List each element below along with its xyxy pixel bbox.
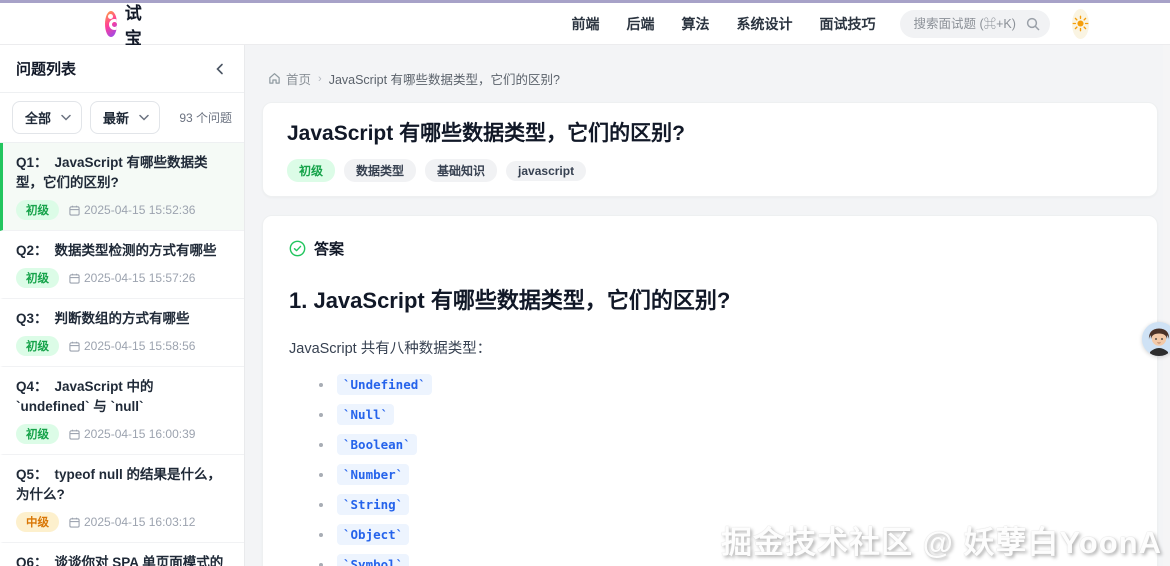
code-inline: `Boolean`: [337, 434, 417, 455]
code-inline: `Symbol`: [337, 554, 409, 566]
nav-item-backend[interactable]: 后端: [627, 14, 655, 34]
calendar-icon: [69, 429, 80, 440]
question-list-item-q2[interactable]: Q2：数据类型检测的方式有哪些 初级 2025-04-15 15:57:26: [0, 231, 244, 299]
category-filter-select[interactable]: 全部: [12, 101, 82, 134]
data-type-list: `Undefined` `Null` `Boolean` `Number` `S…: [319, 374, 1131, 566]
level-badge: 初级: [16, 200, 59, 220]
question-date: 2025-04-15 15:52:36: [69, 203, 195, 217]
calendar-icon: [69, 273, 80, 284]
search-input[interactable]: [914, 17, 1026, 31]
calendar-icon: [69, 517, 80, 528]
level-badge: 初级: [16, 424, 59, 444]
answer-section-header: 答案: [289, 238, 1131, 259]
chevron-down-icon: [139, 114, 149, 121]
sort-filter-select[interactable]: 最新: [90, 101, 160, 134]
list-item: `Symbol`: [319, 554, 1131, 566]
answer-heading: 1. JavaScript 有哪些数据类型，它们的区别?: [289, 283, 1131, 315]
page-title: JavaScript 有哪些数据类型，它们的区别?: [287, 120, 1133, 148]
question-count: 93 个问题: [179, 109, 232, 126]
sidebar-collapse-button[interactable]: [212, 61, 228, 77]
question-item-title: Q5：typeof null 的结果是什么，为什么?: [16, 465, 230, 505]
nav-item-system-design[interactable]: 系统设计: [737, 14, 793, 34]
calendar-icon: [69, 341, 80, 352]
question-date: 2025-04-15 15:58:56: [69, 339, 195, 353]
chevron-down-icon: [61, 114, 71, 121]
question-list-item-q5[interactable]: Q5：typeof null 的结果是什么，为什么? 中级 2025-04-15…: [0, 455, 244, 543]
header: 面试宝典 前端 后端 算法 系统设计 面试技巧: [0, 3, 1170, 45]
theme-toggle-button[interactable]: [1072, 9, 1089, 39]
level-badge: 初级: [16, 268, 59, 288]
category-filter-value: 全部: [25, 108, 51, 127]
main-nav: 前端 后端 算法 系统设计 面试技巧: [572, 14, 876, 34]
tag-javascript[interactable]: javascript: [506, 161, 586, 181]
scrollbar[interactable]: [1163, 45, 1170, 566]
question-list-item-q3[interactable]: Q3：判断数组的方式有哪些 初级 2025-04-15 15:58:56: [0, 299, 244, 367]
app-logo-icon: [105, 11, 117, 37]
avatar[interactable]: [1142, 322, 1170, 356]
nav-item-interview-skills[interactable]: 面试技巧: [820, 14, 876, 34]
list-item: `Undefined`: [319, 374, 1131, 395]
list-item: `Null`: [319, 404, 1131, 425]
sun-icon: [1072, 15, 1089, 32]
tag-level[interactable]: 初级: [287, 159, 335, 182]
home-icon: [268, 72, 281, 85]
question-item-title: Q2：数据类型检测的方式有哪些: [16, 241, 230, 261]
question-date: 2025-04-15 16:03:12: [69, 515, 195, 529]
list-item: `Boolean`: [319, 434, 1131, 455]
question-item-title: Q6：谈谈你对 SPA 单页面模式的理解，优缺点 ？: [16, 553, 230, 566]
list-item: `Number`: [319, 464, 1131, 485]
question-list-item-q1[interactable]: Q1：JavaScript 有哪些数据类型，它们的区别? 初级 2025-04-…: [0, 143, 244, 231]
main-content: 首页 › JavaScript 有哪些数据类型，它们的区别? JavaScrip…: [245, 45, 1170, 566]
question-date: 2025-04-15 16:00:39: [69, 427, 195, 441]
breadcrumb-home-link[interactable]: 首页: [268, 69, 311, 88]
tag-row: 初级 数据类型 基础知识 javascript: [287, 159, 1133, 182]
question-date: 2025-04-15 15:57:26: [69, 271, 195, 285]
search-box[interactable]: [900, 10, 1050, 38]
code-inline: `Number`: [337, 464, 409, 485]
question-list-item-q4[interactable]: Q4：JavaScript 中的 `undefined` 与 `null` 初级…: [0, 367, 244, 455]
question-item-title: Q1：JavaScript 有哪些数据类型，它们的区别?: [16, 153, 230, 193]
chevron-left-icon: [214, 63, 226, 75]
tag-data-type[interactable]: 数据类型: [344, 159, 416, 182]
breadcrumb: 首页 › JavaScript 有哪些数据类型，它们的区别?: [262, 69, 1158, 88]
nav-item-algorithm[interactable]: 算法: [682, 14, 710, 34]
breadcrumb-home-label: 首页: [286, 69, 311, 88]
breadcrumb-current: JavaScript 有哪些数据类型，它们的区别?: [329, 69, 560, 88]
calendar-icon: [69, 205, 80, 216]
list-item: `String`: [319, 494, 1131, 515]
level-badge: 初级: [16, 336, 59, 356]
code-inline: `Undefined`: [337, 374, 432, 395]
tag-basics[interactable]: 基础知识: [425, 159, 497, 182]
sort-filter-value: 最新: [103, 108, 129, 127]
list-item: `Object`: [319, 524, 1131, 545]
question-item-title: Q3：判断数组的方式有哪些: [16, 309, 230, 329]
nav-item-frontend[interactable]: 前端: [572, 14, 600, 34]
question-title-card: JavaScript 有哪些数据类型，它们的区别? 初级 数据类型 基础知识 j…: [262, 102, 1158, 197]
code-inline: `Object`: [337, 524, 409, 545]
breadcrumb-separator: ›: [318, 73, 322, 85]
search-icon[interactable]: [1026, 17, 1040, 31]
question-list-sidebar: 问题列表 全部 最新 93 个问题 Q1：J: [0, 45, 245, 566]
code-inline: `String`: [337, 494, 409, 515]
check-circle-icon: [289, 240, 306, 257]
sidebar-title: 问题列表: [16, 58, 76, 79]
answer-card: 答案 1. JavaScript 有哪些数据类型，它们的区别? JavaScri…: [262, 215, 1158, 566]
code-inline: `Null`: [337, 404, 394, 425]
answer-section-label: 答案: [314, 238, 344, 259]
question-list-item-q6[interactable]: Q6：谈谈你对 SPA 单页面模式的理解，优缺点 ？ 中级 2025-04-15…: [0, 543, 244, 566]
question-item-title: Q4：JavaScript 中的 `undefined` 与 `null`: [16, 377, 230, 417]
level-badge: 中级: [16, 512, 59, 532]
answer-intro: JavaScript 共有八种数据类型：: [289, 337, 1131, 358]
